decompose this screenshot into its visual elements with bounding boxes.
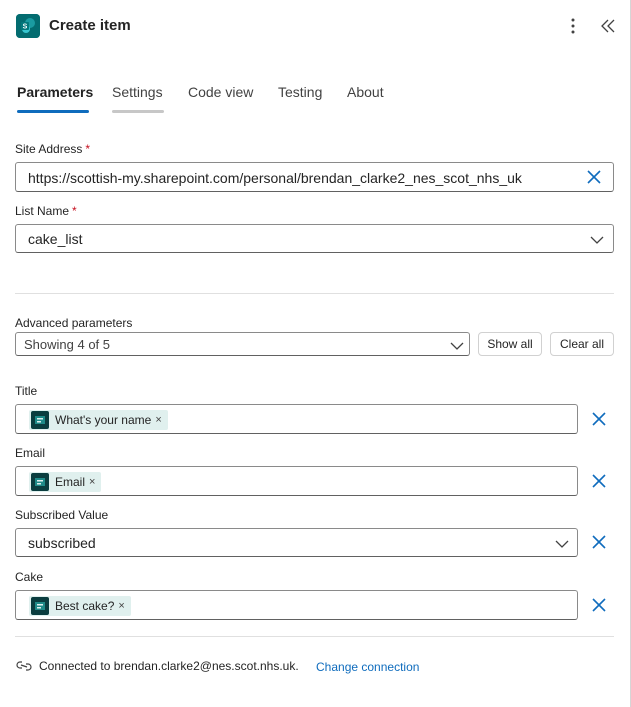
dynamic-content-token: Email × bbox=[29, 472, 102, 492]
tab-code-view[interactable]: Code view bbox=[188, 84, 253, 100]
chevron-down-icon bbox=[590, 233, 604, 248]
close-icon bbox=[592, 598, 606, 612]
close-icon bbox=[587, 170, 601, 184]
title-param-label: Title bbox=[15, 384, 38, 398]
remove-token-button[interactable]: × bbox=[89, 476, 95, 488]
subscribed-value: subscribed bbox=[28, 535, 96, 551]
required-marker: * bbox=[85, 142, 91, 156]
clear-site-address-button[interactable] bbox=[586, 169, 602, 188]
remove-title-param-button[interactable] bbox=[590, 410, 608, 428]
svg-text:S: S bbox=[23, 24, 28, 31]
close-icon bbox=[592, 535, 606, 549]
tab-parameters-underline bbox=[17, 110, 89, 113]
advanced-parameters-label: Advanced parameters bbox=[15, 316, 133, 330]
token-label: Email bbox=[55, 475, 86, 489]
sharepoint-icon: S bbox=[16, 14, 40, 38]
remove-token-button[interactable]: × bbox=[155, 414, 161, 426]
section-divider bbox=[15, 293, 614, 294]
tab-testing[interactable]: Testing bbox=[278, 84, 322, 100]
close-icon bbox=[592, 474, 606, 488]
close-icon bbox=[592, 412, 606, 426]
footer-divider bbox=[15, 636, 614, 637]
site-address-field[interactable]: https://scottish-my.sharepoint.com/perso… bbox=[15, 162, 614, 192]
required-marker: * bbox=[72, 204, 77, 218]
list-name-label: List Name * bbox=[15, 204, 77, 218]
email-param-field[interactable]: Email × bbox=[15, 466, 578, 496]
page-title: Create item bbox=[49, 17, 131, 34]
subscribed-param-label: Subscribed Value bbox=[15, 508, 109, 522]
chevron-down-icon bbox=[555, 537, 569, 552]
site-address-value: https://scottish-my.sharepoint.com/perso… bbox=[28, 170, 522, 186]
advanced-parameters-value: Showing 4 of 5 bbox=[24, 337, 111, 352]
show-all-button[interactable]: Show all bbox=[478, 332, 542, 356]
clear-all-button[interactable]: Clear all bbox=[550, 332, 614, 356]
connection-status-text: Connected to brendan.clarke2@nes.scot.nh… bbox=[39, 659, 299, 673]
list-name-value: cake_list bbox=[28, 231, 83, 247]
connection-icon bbox=[16, 658, 32, 674]
tab-about[interactable]: About bbox=[347, 84, 384, 100]
tab-parameters[interactable]: Parameters bbox=[17, 84, 93, 100]
chevron-down-icon bbox=[450, 339, 464, 354]
remove-cake-param-button[interactable] bbox=[590, 596, 608, 614]
title-param-field[interactable]: What's your name × bbox=[15, 404, 578, 434]
site-address-label: Site Address * bbox=[15, 142, 91, 156]
token-label: What's your name bbox=[55, 413, 152, 427]
remove-token-button[interactable]: × bbox=[118, 600, 124, 612]
advanced-parameters-dropdown[interactable]: Showing 4 of 5 bbox=[15, 332, 470, 356]
cake-param-label: Cake bbox=[15, 570, 44, 584]
token-label: Best cake? bbox=[55, 599, 115, 613]
more-options-button[interactable] bbox=[562, 16, 584, 36]
remove-email-param-button[interactable] bbox=[590, 472, 608, 490]
forms-icon bbox=[31, 473, 49, 491]
collapse-panel-button[interactable] bbox=[597, 16, 619, 36]
forms-icon bbox=[31, 597, 49, 615]
cake-param-field[interactable]: Best cake? × bbox=[15, 590, 578, 620]
forms-icon bbox=[31, 411, 49, 429]
list-name-dropdown[interactable]: cake_list bbox=[15, 224, 614, 253]
panel-header: S Create item bbox=[0, 0, 631, 52]
more-vertical-icon bbox=[571, 18, 575, 34]
remove-subscribed-param-button[interactable] bbox=[590, 533, 608, 551]
email-param-label: Email bbox=[15, 446, 46, 460]
tab-settings-underline bbox=[112, 110, 164, 113]
change-connection-link[interactable]: Change connection bbox=[316, 660, 419, 674]
chevron-double-left-icon bbox=[601, 19, 615, 33]
tab-settings[interactable]: Settings bbox=[112, 84, 163, 100]
dynamic-content-token: What's your name × bbox=[29, 410, 168, 430]
subscribed-param-dropdown[interactable]: subscribed bbox=[15, 528, 578, 557]
dynamic-content-token: Best cake? × bbox=[29, 596, 131, 616]
